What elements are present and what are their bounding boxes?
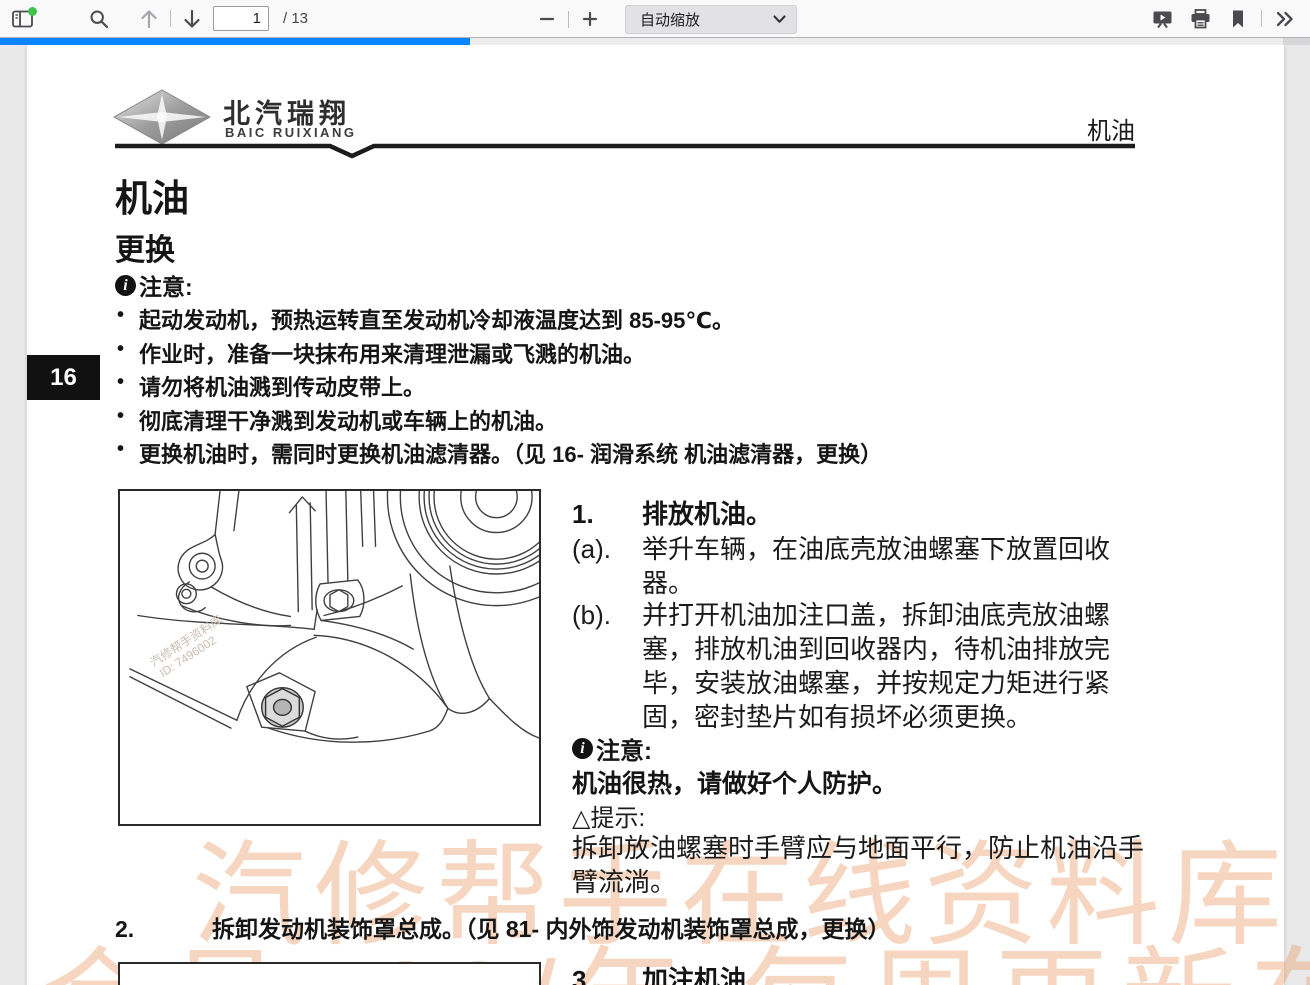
print-button[interactable] bbox=[1185, 5, 1215, 33]
plus-icon bbox=[582, 11, 598, 27]
tip-text-row: 拆卸放油螺塞时手臂应与地面平行，防止机油沿手臂流淌。 bbox=[572, 831, 1157, 899]
zoom-out-button[interactable] bbox=[532, 5, 562, 33]
page-title: 机油 bbox=[115, 168, 189, 222]
search-icon bbox=[89, 9, 109, 29]
double-chevron-right-icon bbox=[1275, 10, 1295, 28]
substep-label: (a). bbox=[572, 532, 642, 600]
step-number: 2. bbox=[115, 913, 212, 945]
step-number: 3. bbox=[572, 963, 642, 985]
step-title: 加注机油 bbox=[642, 963, 1147, 985]
bullet-marker: • bbox=[117, 437, 139, 469]
bullet-marker: • bbox=[117, 303, 139, 335]
next-page-button[interactable] bbox=[177, 5, 207, 33]
notice-label: 注意: bbox=[596, 731, 652, 766]
chevron-down-icon bbox=[773, 15, 786, 24]
bullet-marker: • bbox=[117, 337, 139, 369]
sidebar-toggle-button[interactable] bbox=[8, 5, 38, 33]
tip-text: 拆卸放油螺塞时手臂应与地面平行，防止机油沿手臂流淌。 bbox=[572, 831, 1157, 899]
brand-name-en: BAIC RUIXIANG bbox=[225, 125, 356, 140]
bullet-marker: • bbox=[117, 404, 139, 436]
notice-bullet-item: • 作业时，准备一块抹布用来清理泄漏或飞溅的机油。 bbox=[117, 337, 645, 369]
find-button[interactable] bbox=[84, 5, 114, 33]
pdf-loading-bar bbox=[0, 38, 1310, 45]
notice-bullet-item: • 更换机油时，需同时更换机油滤清器。（见 16- 润滑系统 机油滤清器，更换） bbox=[117, 437, 882, 469]
bullet-text: 更换机油时，需同时更换机油滤清器。（见 16- 润滑系统 机油滤清器，更换） bbox=[139, 437, 882, 469]
substep-text: 举升车辆，在油底壳放油螺塞下放置回收器。 bbox=[642, 532, 1147, 600]
figure-watermark: 汽修帮手资料库 ID: 7496002 bbox=[148, 612, 233, 681]
arrow-up-icon bbox=[140, 9, 158, 29]
current-view-bookmark-button[interactable] bbox=[1223, 5, 1253, 33]
more-tools-button[interactable] bbox=[1270, 5, 1300, 33]
previous-page-button[interactable] bbox=[134, 5, 164, 33]
presentation-mode-button[interactable] bbox=[1147, 5, 1177, 33]
notice-bullet-item: • 请勿将机油溅到传动皮带上。 bbox=[117, 370, 425, 402]
brand-logo-diamond bbox=[112, 87, 212, 147]
toolbar-divider bbox=[1261, 10, 1262, 27]
sidebar-notification-dot bbox=[28, 7, 37, 16]
scrollbar-corner bbox=[1283, 38, 1310, 45]
section-subtitle: 更换 bbox=[115, 225, 175, 269]
step-3-row: 3. 加注机油 bbox=[572, 963, 1147, 985]
notice-label: 注意: bbox=[139, 268, 193, 302]
step-number: 1. bbox=[572, 497, 642, 531]
figure-oil-pan-drawing: 汽修帮手资料库 ID: 7496002 bbox=[118, 489, 541, 826]
step-text: 拆卸发动机装饰罩总成。（见 81- 内外饰发动机装饰罩总成，更换） bbox=[212, 913, 891, 945]
pdf-toolbar: / 13 自动缩放 bbox=[0, 0, 1310, 38]
zoom-in-button[interactable] bbox=[575, 5, 605, 33]
chapter-tab: 16 bbox=[27, 355, 100, 400]
bullet-text: 作业时，准备一块抹布用来清理泄漏或飞溅的机油。 bbox=[139, 337, 645, 369]
substep-b-row: (b). 并打开机油加注口盖，拆卸油底壳放油螺塞，排放机油到回收器内，待机油排放… bbox=[572, 598, 1147, 734]
bookmark-icon bbox=[1230, 9, 1246, 29]
figure-next-drawing bbox=[118, 962, 541, 985]
arrow-down-icon bbox=[183, 9, 201, 29]
bullet-text: 起动发动机，预热运转直至发动机冷却液温度达到 85-95℃。 bbox=[139, 303, 734, 335]
notice-bullet-item: • 彻底清理干净溅到发动机或车辆上的机油。 bbox=[117, 404, 557, 436]
toolbar-divider bbox=[170, 10, 171, 27]
pdf-viewer-area[interactable]: 汽修帮手在线资料库 会员168/年 每周更新车型 北汽瑞翔 BAIC RUIXI… bbox=[0, 45, 1310, 985]
scrollbar-track[interactable] bbox=[1284, 45, 1310, 985]
minus-icon bbox=[539, 11, 555, 27]
presentation-mode-icon bbox=[1152, 9, 1173, 29]
bullet-text: 请勿将机油溅到传动皮带上。 bbox=[139, 370, 425, 402]
substep-label: (b). bbox=[572, 598, 642, 734]
notice-bullet-item: • 起动发动机，预热运转直至发动机冷却液温度达到 85-95℃。 bbox=[117, 303, 734, 335]
info-icon: i bbox=[572, 738, 593, 759]
tip-label: △提示: bbox=[572, 798, 645, 833]
substep-a-row: (a). 举升车辆，在油底壳放油螺塞下放置回收器。 bbox=[572, 532, 1147, 600]
step-2-row: 2. 拆卸发动机装饰罩总成。（见 81- 内外饰发动机装饰罩总成，更换） bbox=[115, 913, 891, 945]
substep-text: 并打开机油加注口盖，拆卸油底壳放油螺塞，排放机油到回收器内，待机油排放完毕，安装… bbox=[642, 598, 1147, 734]
notice-text: 机油很热，请做好个人防护。 bbox=[572, 764, 897, 800]
page-count-label: / 13 bbox=[283, 10, 308, 27]
pdf-loading-progress bbox=[0, 38, 470, 45]
info-icon: i bbox=[115, 275, 136, 296]
toolbar-divider bbox=[568, 11, 569, 28]
step-title: 排放机油。 bbox=[642, 497, 1147, 531]
zoom-select[interactable]: 自动缩放 bbox=[625, 5, 797, 34]
page-number-input[interactable] bbox=[213, 6, 269, 31]
notice-heading: i 注意: bbox=[572, 731, 652, 766]
zoom-select-value: 自动缩放 bbox=[640, 9, 700, 30]
step-1-row: 1. 排放机油。 bbox=[572, 497, 1147, 531]
notice-heading: i 注意: bbox=[115, 268, 193, 302]
drain-plug bbox=[262, 688, 304, 728]
page-header-section-label: 机油 bbox=[1087, 111, 1135, 146]
bullet-marker: • bbox=[117, 370, 139, 402]
print-icon bbox=[1190, 9, 1211, 29]
bullet-text: 彻底清理干净溅到发动机或车辆上的机油。 bbox=[139, 404, 557, 436]
header-rule bbox=[115, 142, 1135, 160]
pdf-page: 汽修帮手在线资料库 会员168/年 每周更新车型 北汽瑞翔 BAIC RUIXI… bbox=[27, 45, 1284, 985]
